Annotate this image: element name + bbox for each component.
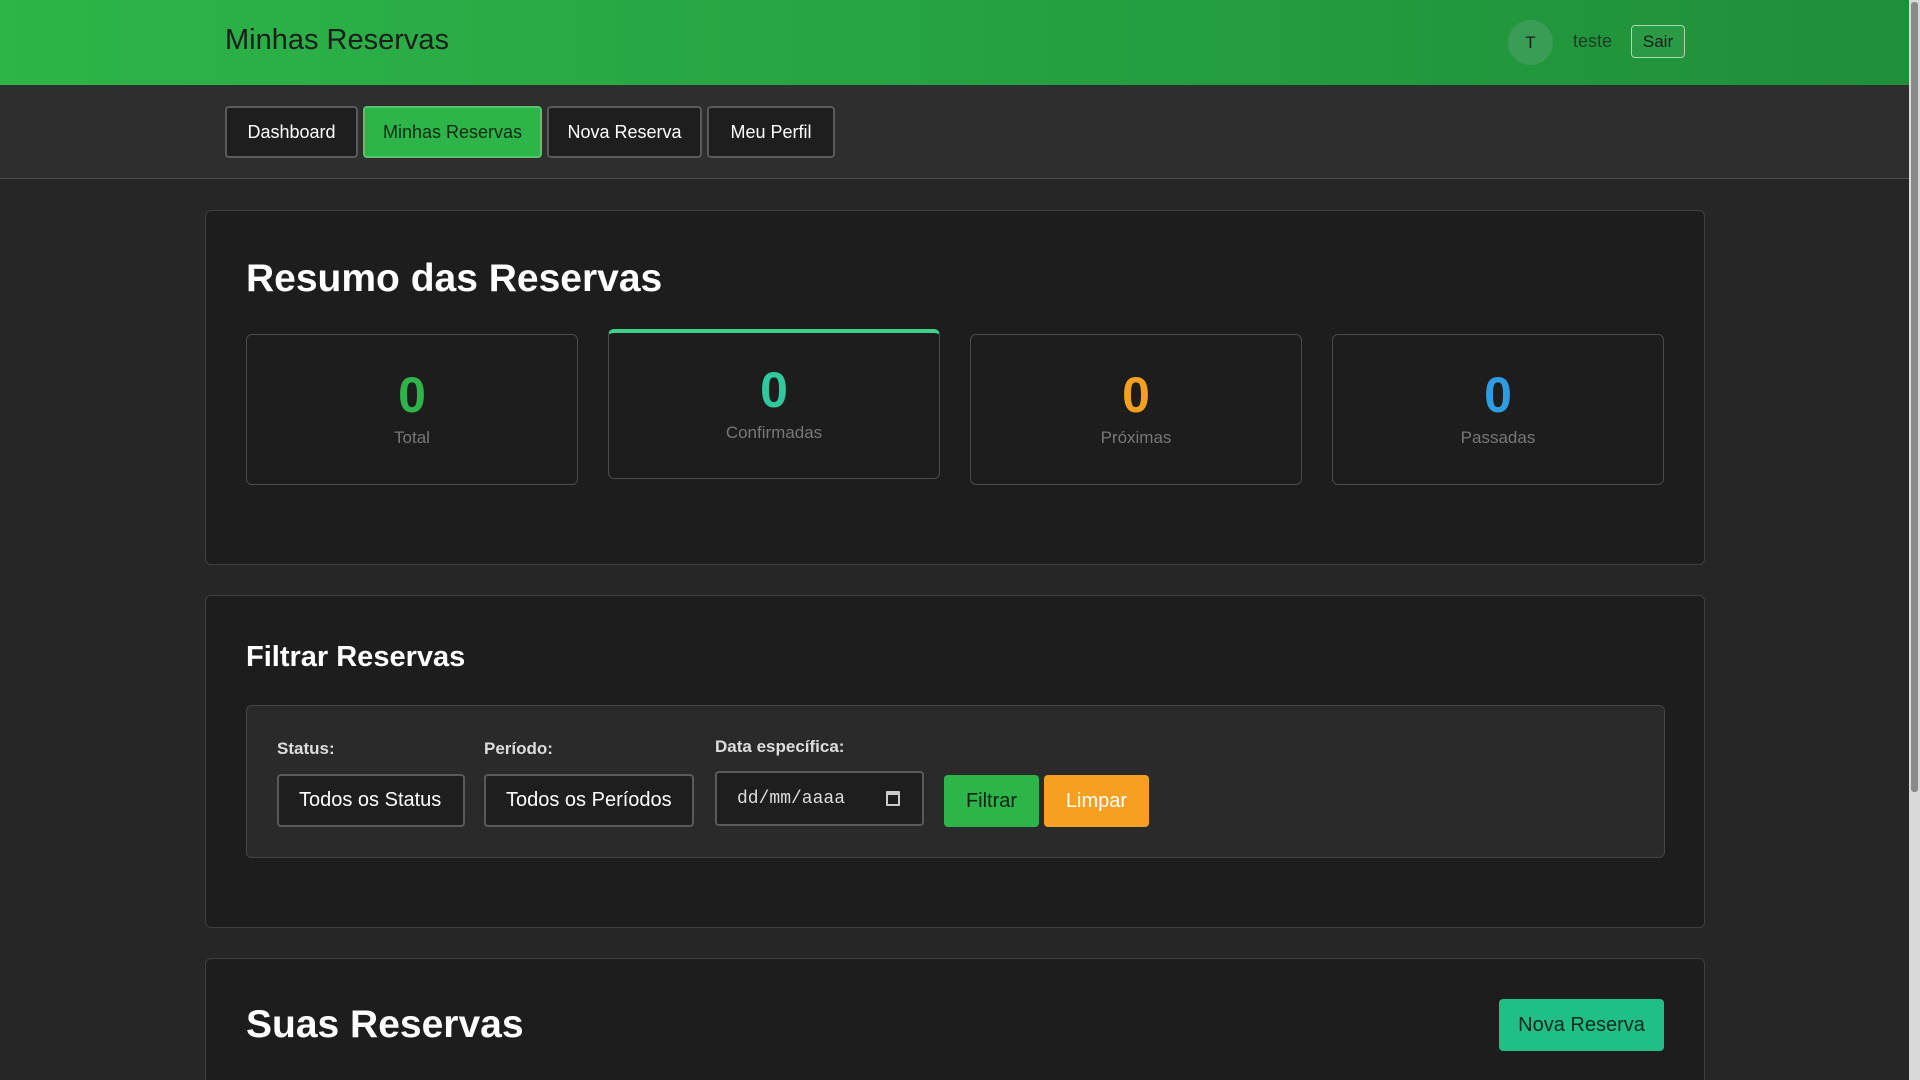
nav-nova-reserva[interactable]: Nova Reserva xyxy=(547,106,702,158)
scrollbar-thumb[interactable] xyxy=(1911,2,1918,792)
reservations-card: Suas Reservas Nova Reserva xyxy=(205,958,1705,1080)
status-label: Status: xyxy=(277,739,335,758)
period-select[interactable]: Todos os Períodos xyxy=(484,774,694,827)
top-header: Minhas Reservas T teste Sair xyxy=(0,0,1909,85)
filter-title: Filtrar Reservas xyxy=(246,641,466,673)
summary-title: Resumo das Reservas xyxy=(246,257,663,300)
clear-button[interactable]: Limpar xyxy=(1044,775,1149,827)
stat-confirmadas-value: 0 xyxy=(760,362,788,418)
period-label: Período: xyxy=(484,739,553,758)
nav-dashboard[interactable]: Dashboard xyxy=(225,106,358,158)
date-input[interactable]: dd/mm/aaaa xyxy=(715,771,924,826)
date-placeholder: dd/mm/aaaa xyxy=(737,788,846,809)
filter-button[interactable]: Filtrar xyxy=(944,775,1039,827)
avatar[interactable]: T xyxy=(1508,20,1553,65)
logout-button[interactable]: Sair xyxy=(1631,25,1685,58)
nav-bar: Dashboard Minhas Reservas Nova Reserva M… xyxy=(0,85,1909,179)
calendar-icon[interactable] xyxy=(886,791,900,806)
stat-proximas-label: Próximas xyxy=(1100,428,1172,447)
stat-total-label: Total xyxy=(394,428,430,447)
reservations-title: Suas Reservas xyxy=(246,1003,524,1046)
nav-meu-perfil[interactable]: Meu Perfil xyxy=(707,106,835,158)
stat-confirmadas: 0 Confirmadas xyxy=(608,329,940,479)
nav-minhas-reservas[interactable]: Minhas Reservas xyxy=(363,106,542,158)
page-title: Minhas Reservas xyxy=(225,24,450,56)
filter-card: Filtrar Reservas Status: Todos os Status… xyxy=(205,595,1705,928)
username: teste xyxy=(1573,31,1613,51)
stat-passadas-label: Passadas xyxy=(1460,428,1536,447)
summary-card: Resumo das Reservas 0 Total 0 Confirmada… xyxy=(205,210,1705,565)
new-reservation-button[interactable]: Nova Reserva xyxy=(1499,999,1664,1051)
stat-total-value: 0 xyxy=(398,367,426,423)
stat-passadas-value: 0 xyxy=(1484,367,1512,423)
date-label: Data específica: xyxy=(715,737,845,756)
status-select[interactable]: Todos os Status xyxy=(277,774,465,827)
stat-confirmadas-label: Confirmadas xyxy=(725,423,823,442)
filter-panel: Status: Todos os Status Período: Todos o… xyxy=(246,705,1665,858)
stat-proximas-value: 0 xyxy=(1122,367,1150,423)
stat-passadas: 0 Passadas xyxy=(1332,334,1664,485)
stat-total: 0 Total xyxy=(246,334,578,485)
stat-proximas: 0 Próximas xyxy=(970,334,1302,485)
